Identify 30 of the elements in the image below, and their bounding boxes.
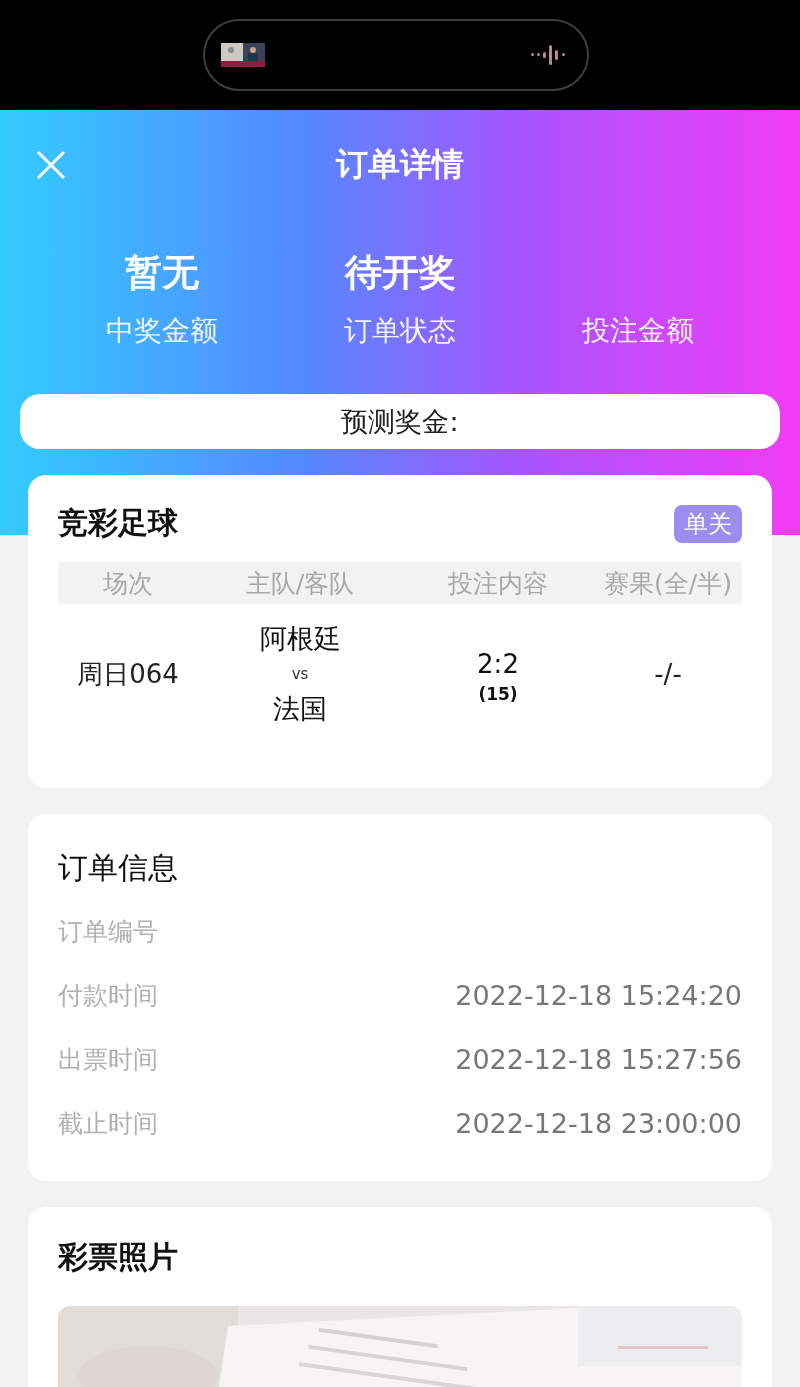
home-team: 阿根廷 xyxy=(259,622,341,656)
column-header: 赛果(全/半) xyxy=(603,567,733,600)
info-value: 2022-12-18 23:00:00 xyxy=(455,1107,742,1139)
versus-label: vs xyxy=(291,664,309,685)
stat-value: 暂无 xyxy=(125,250,199,296)
card-title: 订单信息 xyxy=(58,849,179,887)
bet-type-tag: 单关 xyxy=(674,504,742,543)
stat-label: 中奖金额 xyxy=(106,313,218,349)
stat-label: 订单状态 xyxy=(344,313,456,349)
info-label: 出票时间 xyxy=(58,1043,158,1076)
column-header: 投注内容 xyxy=(447,567,549,600)
table-cell-text: 周日064 xyxy=(76,657,180,691)
prediction-label: 预测奖金: xyxy=(341,404,459,439)
card-title: 彩票照片 xyxy=(58,1238,179,1276)
info-label: 付款时间 xyxy=(58,979,158,1012)
table-cell-text: -/- xyxy=(653,659,683,689)
stat-label: 投注金额 xyxy=(582,313,694,349)
away-team: 法国 xyxy=(273,692,327,726)
info-label: 截止时间 xyxy=(58,1107,158,1140)
info-value: 2022-12-18 15:24:20 xyxy=(455,979,742,1011)
close-button[interactable] xyxy=(36,150,66,180)
info-label: 订单编号 xyxy=(58,915,158,948)
info-value: 2022-12-18 15:27:56 xyxy=(455,1043,742,1075)
column-header: 场次 xyxy=(102,567,154,600)
stat-value: 待开奖 xyxy=(344,250,456,296)
card-title: 竞彩足球 xyxy=(58,504,178,542)
page-title: 订单详情 xyxy=(336,144,464,185)
bet-score: 2:2 xyxy=(477,648,519,681)
odds-value: (15) xyxy=(478,684,518,704)
column-header: 主队/客队 xyxy=(244,567,356,600)
